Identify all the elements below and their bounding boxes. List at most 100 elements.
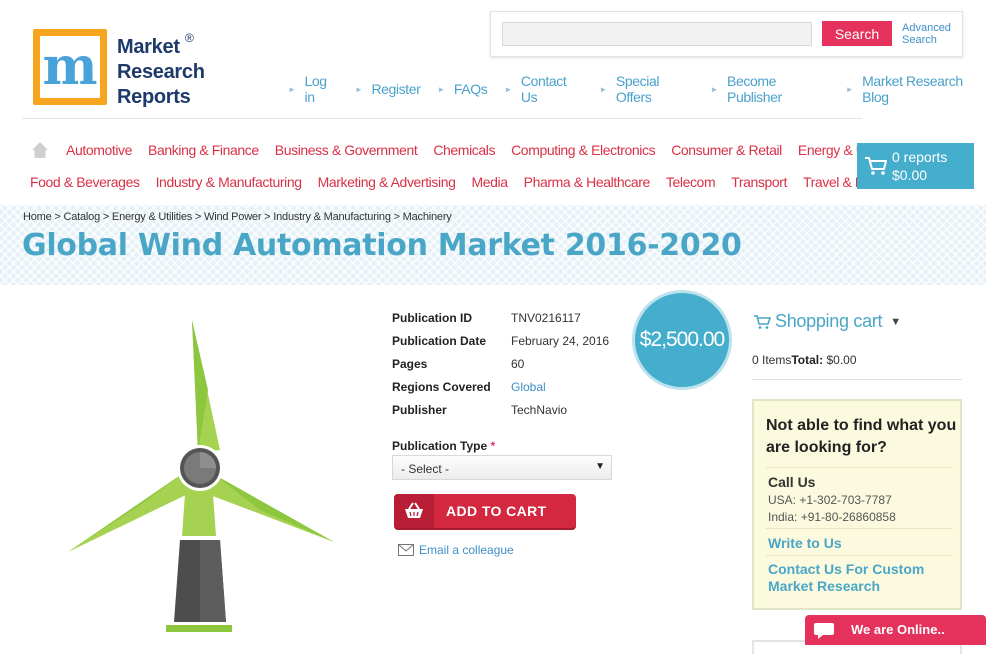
price-badge: $2,500.00: [632, 290, 732, 390]
cart-icon: [865, 157, 887, 175]
write-to-us-link[interactable]: Write to Us: [768, 535, 842, 551]
publication-id: TNV0216117: [511, 311, 581, 325]
header-divider: [22, 118, 862, 119]
detail-row: Publication Date February 24, 2016: [392, 334, 609, 357]
advanced-search-line-1: Advanced: [902, 22, 951, 34]
page-title: Global Wind Automation Market 2016-2020: [22, 228, 742, 263]
dropdown-arrow-icon: ▼: [595, 461, 605, 472]
top-link-login[interactable]: ► Log in: [288, 73, 338, 105]
bullet-arrow-icon: ►: [437, 84, 445, 94]
search-input[interactable]: [502, 22, 812, 46]
breadcrumb[interactable]: Home > Catalog > Energy & Utilities > Wi…: [23, 211, 452, 223]
publication-type-label-text: Publication Type: [392, 439, 488, 453]
top-link-label: Special Offers: [615, 73, 660, 105]
nav-chemicals[interactable]: Chemicals: [433, 142, 495, 158]
detail-label: Publication ID: [392, 311, 473, 325]
help-divider: [766, 528, 952, 529]
nav-food-beverages[interactable]: Food & Beverages: [30, 174, 140, 190]
chat-bubble-icon: [814, 623, 834, 639]
caret-down-icon: ▼: [890, 315, 901, 328]
category-nav-row-2: Food & Beverages Industry & Manufacturin…: [30, 174, 898, 190]
search-button[interactable]: Search: [822, 21, 892, 46]
top-links: ► Log in ► Register ► FAQs ► Contact Us ► Spe…: [288, 73, 986, 105]
cart-items-count: 0 Items: [752, 353, 792, 367]
page-count: 60: [511, 357, 525, 371]
top-link-label: Log in: [304, 73, 328, 105]
publication-type-label: Publication Type *: [392, 439, 495, 453]
bullet-arrow-icon: ►: [710, 84, 719, 94]
page: m Market Research Reports ® Search Advan…: [0, 0, 986, 654]
header-cart-widget[interactable]: 0 reports $0.00: [857, 143, 974, 189]
advanced-search-link[interactable]: Advanced Search: [902, 22, 951, 46]
logo-line-3: Reports: [117, 86, 191, 108]
home-icon[interactable]: [31, 141, 49, 159]
nav-marketing-advertising[interactable]: Marketing & Advertising: [318, 174, 456, 190]
logo-wordmark: Market Research Reports: [117, 35, 205, 110]
help-divider: [766, 467, 952, 468]
top-link-label: FAQs: [453, 81, 488, 97]
help-divider: [766, 555, 952, 556]
required-marker: *: [490, 439, 496, 453]
bullet-arrow-icon: ►: [504, 84, 512, 94]
bullet-arrow-icon: ►: [845, 84, 854, 94]
nav-pharma-healthcare[interactable]: Pharma & Healthcare: [524, 174, 651, 190]
detail-label: Publisher: [392, 403, 447, 417]
category-nav-row-1: Automotive Banking & Finance Business & …: [66, 142, 898, 158]
advanced-search-line-2: Search: [902, 34, 937, 46]
wind-turbine-image: [68, 320, 334, 632]
nav-telecom[interactable]: Telecom: [666, 174, 716, 190]
region-link[interactable]: Global: [511, 380, 546, 403]
detail-label: Regions Covered: [392, 380, 491, 394]
envelope-icon: [398, 544, 414, 556]
top-link-special-offers[interactable]: ► Special Offers: [599, 73, 693, 105]
publication-type-select[interactable]: - Select - ▼: [392, 455, 612, 480]
site-logo[interactable]: m Market Research Reports ®: [33, 29, 205, 110]
help-box: Not able to find what you are looking fo…: [752, 399, 962, 610]
email-colleague-link[interactable]: Email a colleague: [398, 543, 514, 557]
bullet-arrow-icon: ►: [288, 84, 296, 94]
publisher-name: TechNavio: [511, 403, 568, 417]
email-colleague-label: Email a colleague: [419, 543, 514, 557]
add-to-cart-button[interactable]: ADD TO CART: [394, 494, 576, 528]
detail-row: Publisher TechNavio: [392, 403, 609, 426]
top-link-become-publisher[interactable]: ► Become Publisher: [711, 73, 829, 105]
chat-label: We are Online..: [851, 622, 945, 637]
registered-mark: ®: [185, 31, 194, 45]
bullet-arrow-icon: ►: [354, 84, 363, 94]
nav-banking-finance[interactable]: Banking & Finance: [148, 142, 259, 158]
cart-summary: 0 ItemsTotal: $0.00: [752, 353, 857, 367]
shopping-cart-title: Shopping cart: [775, 311, 883, 331]
nav-consumer-retail[interactable]: Consumer & Retail: [671, 142, 782, 158]
nav-business-government[interactable]: Business & Government: [275, 142, 418, 158]
cart-count: 0 reports: [892, 149, 948, 165]
nav-computing-electronics[interactable]: Computing & Electronics: [511, 142, 655, 158]
detail-row: Pages 60: [392, 357, 609, 380]
top-link-register[interactable]: ► Register: [354, 73, 421, 105]
publication-details: Publication ID TNV0216117 Publication Da…: [392, 311, 609, 426]
add-to-cart-label: ADD TO CART: [446, 503, 547, 519]
phone-usa: USA: +1-302-703-7787: [768, 493, 892, 507]
top-link-contact[interactable]: ► Contact Us: [504, 73, 582, 105]
nav-automotive[interactable]: Automotive: [66, 142, 132, 158]
detail-label: Publication Date: [392, 334, 487, 348]
nav-industry-manufacturing[interactable]: Industry & Manufacturing: [156, 174, 302, 190]
top-link-label: Become Publisher: [727, 73, 782, 105]
search-box: Search Advanced Search: [490, 11, 963, 57]
nav-transport[interactable]: Transport: [731, 174, 787, 190]
nav-media[interactable]: Media: [471, 174, 508, 190]
help-question: Not able to find what you are looking fo…: [766, 417, 957, 456]
shopping-cart-toggle[interactable]: Shopping cart ▼: [753, 311, 901, 332]
logo-mark: m: [33, 29, 107, 105]
top-link-blog[interactable]: ► Market Research Blog: [846, 73, 986, 105]
detail-row: Regions Covered Global: [392, 380, 609, 403]
top-link-label: Register: [371, 81, 421, 97]
small-cart-icon: [754, 314, 771, 329]
detail-row: Publication ID TNV0216117: [392, 311, 609, 334]
top-link-faqs[interactable]: ► FAQs: [437, 73, 487, 105]
top-link-label: Market Research Blog: [862, 73, 963, 105]
phone-india: India: +91-80-26860858: [768, 510, 896, 524]
custom-research-link[interactable]: Contact Us For Custom Market Research: [768, 561, 960, 595]
publication-date: February 24, 2016: [511, 334, 610, 348]
bullet-arrow-icon: ►: [599, 84, 607, 94]
live-chat-tab[interactable]: We are Online..: [805, 615, 986, 645]
